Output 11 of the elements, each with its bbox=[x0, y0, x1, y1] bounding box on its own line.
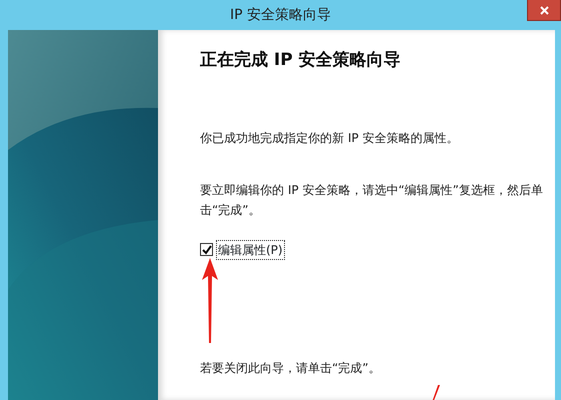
instruction-text: 要立即编辑你的 IP 安全策略，请选中“编辑属性”复选框，然后单击“完成”。 bbox=[200, 182, 544, 218]
annotation-arrow bbox=[432, 385, 440, 400]
close-icon bbox=[540, 6, 548, 14]
checkbox[interactable] bbox=[200, 243, 213, 256]
closing-text: 若要关闭此向导，请单击“完成”。 bbox=[200, 360, 380, 376]
check-icon bbox=[202, 244, 212, 254]
wizard-heading: 正在完成 IP 安全策略向导 bbox=[200, 49, 402, 72]
instruction-text: 你已成功地完成指定你的新 IP 安全策略的属性。 bbox=[200, 130, 460, 146]
close-button[interactable] bbox=[527, 0, 561, 21]
checkbox-label[interactable]: 编辑属性(P) bbox=[216, 240, 285, 260]
window-title: IP 安全策略向导 bbox=[230, 6, 332, 24]
